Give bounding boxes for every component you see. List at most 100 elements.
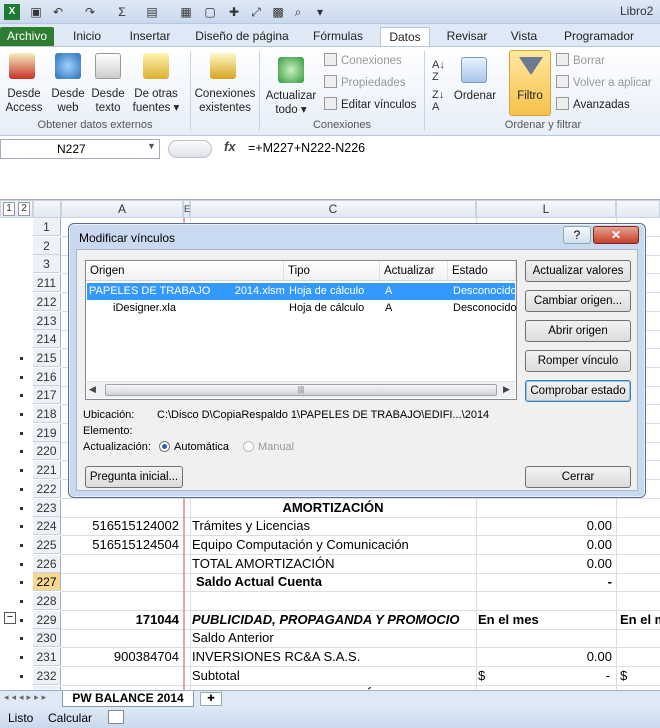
row-header[interactable]: 230 [33,629,61,648]
cell-c[interactable]: Trámites y Licencias [192,517,474,535]
tab-programador[interactable]: Programador [556,27,642,46]
cell-c[interactable]: Saldo Anterior [192,629,474,647]
row-header[interactable]: 220 [33,442,61,461]
row-header[interactable]: 212 [33,292,61,311]
cell-c[interactable]: Saldo Actual Cuenta [192,573,474,591]
cerrar-button[interactable]: Cerrar [525,466,631,488]
row-header[interactable]: 218 [33,405,61,423]
row-header[interactable]: 232 [33,666,61,685]
row-header[interactable]: 225 [33,535,61,554]
row-header[interactable]: 231 [33,648,61,667]
cambiar-origen-button[interactable]: Cambiar origen... [525,290,631,312]
row-header[interactable]: 1 [33,218,61,236]
tab-diseno-pagina[interactable]: Diseño de página [190,27,294,46]
conexiones-existentes-button[interactable]: Conexiones existentes [192,87,258,115]
header-tipo[interactable]: Tipo [284,261,380,281]
zoom-fit-icon[interactable]: ⤢ [248,4,264,20]
close-icon[interactable]: ✕ [593,226,639,244]
tab-revisar[interactable]: Revisar [442,27,492,46]
tab-datos[interactable]: Datos [380,27,430,46]
form-icon[interactable]: ▤ [144,4,160,20]
status-calculate[interactable]: Calcular [48,711,92,725]
cell-l[interactable]: 0.00 [478,555,614,573]
row-header[interactable]: 226 [33,554,61,573]
row-header[interactable]: 228 [33,592,61,610]
insert-function-icon[interactable]: fx [224,139,236,154]
scroll-left-icon[interactable]: ◀ [89,384,96,395]
header-origen[interactable]: Origen [86,261,284,281]
name-box[interactable]: N227 [0,139,160,159]
cell-c[interactable]: TOTAL AMORTIZACIÓN [192,555,474,573]
romper-vinculo-button[interactable]: Romper vínculo [525,350,631,372]
image-icon[interactable]: ▩ [270,4,286,20]
customize-qat-icon[interactable]: ▾ [312,4,328,20]
cell-c[interactable]: AMORTIZACIÓN [192,499,474,517]
column-header-a[interactable]: A [61,200,183,218]
grid-icon[interactable]: ✚ [226,4,242,20]
row-header[interactable]: 215 [33,348,61,367]
scroll-thumb[interactable]: ||| [105,384,497,396]
row-header[interactable]: 214 [33,330,61,349]
autosum-icon[interactable]: Σ [114,4,130,20]
cell-a[interactable] [61,499,181,517]
row-header[interactable]: 229 [33,610,61,629]
header-actualizar[interactable]: Actualizar [380,261,448,281]
row-header[interactable]: 224 [33,517,61,536]
comprobar-estado-button[interactable]: Comprobar estado [525,380,631,402]
select-all-corner[interactable] [33,200,61,218]
cell-l[interactable]: $ [478,667,538,685]
tab-vista[interactable]: Vista [504,27,544,46]
otras-fuentes-button[interactable]: De otras fuentes ▾ [128,87,184,115]
row-header[interactable]: 217 [33,386,61,405]
sort-az-icon[interactable]: A↓ Z [432,59,445,83]
row-header[interactable]: 227 [33,573,61,592]
link-row[interactable]: PAPELES DE TRABAJO 2014.xlsm Hoja de cál… [87,283,517,300]
cell-a[interactable] [61,592,181,610]
ordenar-button[interactable]: Ordenar [452,89,498,103]
cell-l[interactable]: - [478,573,614,591]
row-header[interactable]: 2 [33,236,61,255]
outline-level-1-button[interactable]: 1 [2,202,15,216]
column-header-e[interactable]: E [183,200,190,218]
row-header[interactable]: 213 [33,311,61,330]
name-box-dropdown-icon[interactable]: ▼ [147,141,156,151]
cell-c[interactable]: PUBLICIDAD, PROPAGANDA Y PROMOCIO [192,611,474,629]
tab-archivo[interactable]: Archivo [0,27,54,46]
formula-input[interactable]: =+M227+N222-N226 [248,141,365,155]
outline-collapse-icon[interactable]: − [4,612,16,624]
cell-l[interactable] [478,592,614,610]
cell-l[interactable] [478,499,614,517]
save-icon[interactable]: ▣ [28,4,44,20]
tab-insertar[interactable]: Insertar [122,27,178,46]
cell-a[interactable] [61,667,181,685]
row-header[interactable]: 3 [33,255,61,274]
desde-texto-button[interactable]: Desde texto [88,87,128,115]
sheet-tab-pw-balance[interactable]: PW BALANCE 2014 [62,691,194,707]
help-icon[interactable]: ? [563,226,591,244]
actualizar-valores-button[interactable]: Actualizar valores [525,260,631,282]
zoom-icon[interactable]: ⌕ [290,4,306,20]
links-list[interactable]: Origen Tipo Actualizar Estado PAPELES DE… [85,260,517,400]
outline-level-2-button[interactable]: 2 [18,202,31,216]
cell-c[interactable]: INVERSIONES RC&A S.A.S. [192,648,474,666]
link-row[interactable]: iDesigner.xla Hoja de cálculo A Desconoc… [87,300,517,317]
pregunta-inicial-button[interactable]: Pregunta inicial... [85,466,183,488]
cell-c[interactable] [192,592,474,610]
cell-a[interactable]: 900384704 [61,648,181,666]
cell-a[interactable] [61,555,181,573]
cell-c[interactable]: Equipo Computación y Comunicación [192,536,474,554]
sort-za-icon[interactable]: Z↓ A [432,89,444,113]
horizontal-scrollbar[interactable]: ◀ ||| ▶ [87,381,515,398]
cell-m[interactable]: En el m [620,611,660,629]
cell-c[interactable]: Subtotal [192,667,474,685]
header-estado[interactable]: Estado [448,261,516,281]
filtro-button[interactable]: Filtro [509,50,551,116]
desde-access-button[interactable]: Desde Access [2,87,46,115]
column-header-c[interactable]: C [190,200,476,218]
cell-a[interactable]: 516515124002 [61,517,181,535]
row-header[interactable]: 221 [33,461,61,480]
sheet-nav-icon[interactable]: ◂◂◂▸▸▸ [4,692,49,703]
cell-l[interactable]: 0.00 [478,648,614,666]
tab-formulas[interactable]: Fórmulas [308,27,368,46]
tab-inicio[interactable]: Inicio [64,27,110,46]
